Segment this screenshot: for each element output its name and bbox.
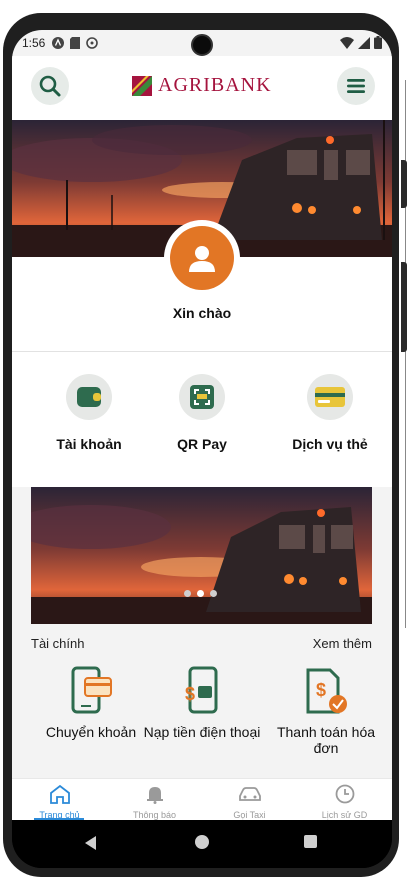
menu-button[interactable] — [337, 67, 375, 105]
quick-action-label: Dịch vụ thẻ — [292, 436, 368, 452]
svg-text:$: $ — [185, 684, 195, 704]
status-time: 1:56 — [22, 36, 46, 50]
topup-phone-icon: $ — [185, 666, 218, 714]
finance-item-transfer[interactable]: Chuyển khoản — [31, 666, 151, 740]
bell-icon — [146, 787, 163, 804]
nav-history[interactable]: Lịch sử GD — [297, 783, 392, 820]
finance-section-header: Tài chính Xem thêm — [31, 636, 372, 651]
avatar[interactable] — [164, 220, 240, 296]
carousel-dot-active[interactable] — [197, 590, 204, 597]
home-circle-icon[interactable] — [195, 835, 209, 849]
signal-icon — [358, 36, 370, 54]
finance-item-label: Chuyển khoản — [45, 724, 137, 740]
search-icon — [39, 75, 61, 97]
quick-action-card-service[interactable]: Dịch vụ thẻ — [270, 374, 390, 452]
nav-taxi[interactable]: Gọi Taxi — [202, 783, 297, 820]
battery-icon — [374, 36, 382, 54]
wifi-icon — [340, 36, 354, 54]
clock-icon — [335, 784, 354, 804]
svg-text:$: $ — [316, 680, 326, 700]
finance-item-label: Thanh toán hóa đơn — [276, 724, 376, 756]
nav-label: Lịch sử GD — [321, 810, 368, 820]
brand-logo: AGRIBANK — [132, 74, 272, 97]
recent-apps-icon[interactable] — [304, 835, 317, 848]
wallet-icon — [77, 387, 101, 407]
quick-action-label: Tài khoản — [56, 436, 122, 452]
sync-icon — [85, 36, 99, 50]
system-navigation-bar — [12, 820, 392, 868]
phone-frame: 1:56 AGRIBANK Xin chào Tài khoản QR Pay … — [3, 13, 399, 877]
user-icon — [189, 246, 215, 272]
notification-a-icon — [51, 36, 65, 50]
phone-display: 1:56 AGRIBANK Xin chào Tài khoản QR Pay … — [12, 30, 392, 868]
finance-title: Tài chính — [31, 636, 85, 651]
finance-item-label: Nạp tiền điện thoại — [143, 724, 261, 740]
app-screen: 1:56 AGRIBANK Xin chào Tài khoản QR Pay … — [12, 30, 392, 820]
bottom-navigation: Trang chủ Thông báo Gọi Taxi Lịch sử GD — [12, 778, 392, 820]
nav-label: Thông báo — [132, 810, 177, 820]
quick-action-account[interactable]: Tài khoản — [29, 374, 149, 452]
app-header: AGRIBANK — [12, 56, 392, 120]
nav-home[interactable]: Trang chủ — [12, 783, 107, 820]
carousel-indicator — [184, 590, 217, 597]
card-icon — [315, 387, 345, 407]
carousel-dot[interactable] — [210, 590, 217, 597]
home-icon — [49, 784, 70, 804]
quick-action-qr-pay[interactable]: QR Pay — [142, 374, 262, 452]
nav-notifications[interactable]: Thông báo — [107, 783, 202, 820]
finance-item-topup[interactable]: $ Nạp tiền điện thoại — [142, 666, 262, 740]
menu-icon — [347, 79, 365, 93]
finance-item-bill[interactable]: $ Thanh toán hóa đơn — [266, 666, 386, 756]
volume-button — [401, 262, 407, 352]
power-button — [401, 160, 407, 208]
status-right — [340, 36, 382, 54]
quick-action-label: QR Pay — [177, 436, 227, 452]
promo-banner[interactable] — [31, 487, 372, 624]
nav-label: Gọi Taxi — [233, 810, 266, 820]
bill-payment-icon: $ — [306, 668, 347, 714]
brand-name: AGRIBANK — [158, 74, 272, 96]
search-button[interactable] — [31, 67, 69, 105]
carousel-dot[interactable] — [184, 590, 191, 597]
qr-scan-icon — [190, 385, 214, 409]
see-more-link[interactable]: Xem thêm — [313, 636, 372, 651]
quick-actions: Tài khoản QR Pay Dịch vụ thẻ — [12, 352, 392, 487]
back-icon[interactable] — [85, 836, 96, 850]
greeting-text: Xin chào — [172, 305, 232, 321]
transfer-phone-icon — [71, 666, 112, 714]
front-camera — [191, 34, 213, 56]
agribank-logo-icon — [132, 75, 152, 96]
sd-card-icon — [68, 36, 82, 50]
car-icon — [238, 787, 261, 801]
